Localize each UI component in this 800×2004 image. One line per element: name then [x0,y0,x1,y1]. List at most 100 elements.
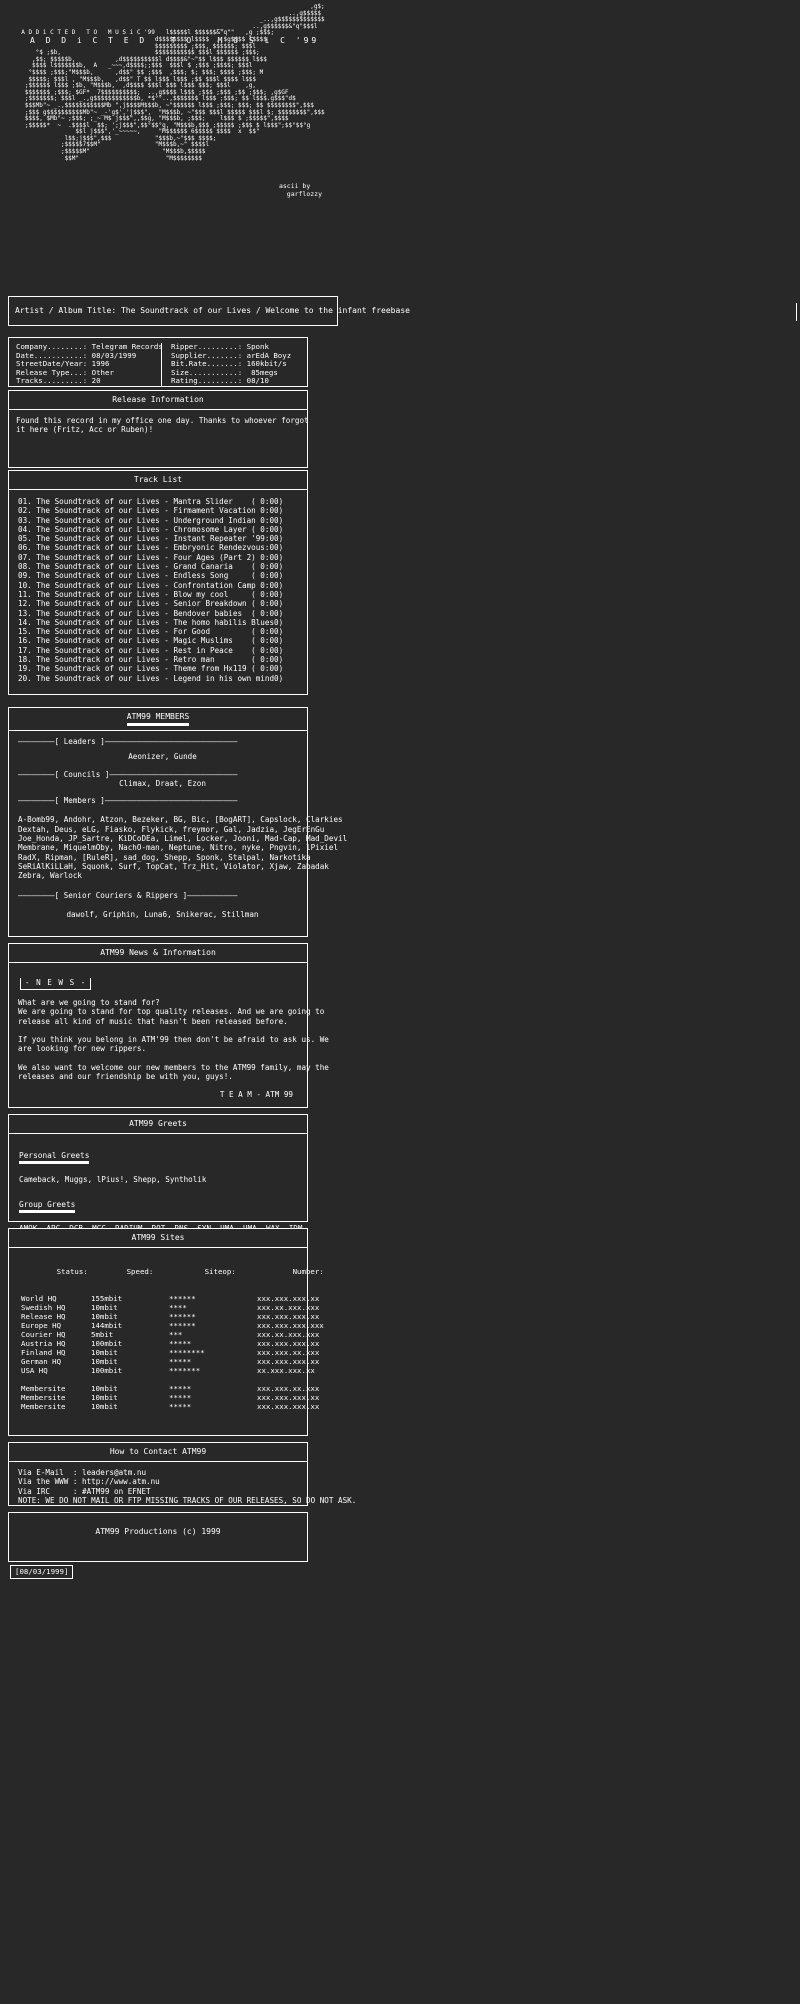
site-cell: Membersite [21,1402,66,1411]
track-row: 10. The Soundtrack of our Lives - Confro… [18,580,284,590]
personal-greets-label: Personal Greets [19,1151,90,1164]
members-header: ATM99 MEMBERS [9,708,307,731]
track-row: 09. The Soundtrack of our Lives - Endles… [18,571,284,581]
ascii-artist-credit: ascii by garflozzy [278,182,322,198]
site-cell: Courier HQ [21,1330,66,1339]
member-row: SeRiAlKiLLaH, Squonk, Surf, TopCat, Trz_… [18,861,329,871]
sites-rows: World HQ 155mbit ****** xxx.xxx.xxx.xx Swedi… [21,1294,324,1375]
member-row: Dextah, Deus, eLG, Fiasko, Flykick, frey… [18,824,325,834]
site-row: World HQ 155mbit ****** xxx.xxx.xxx.xx [21,1294,319,1303]
footer-text: ATM99 Productions (c) 1999 [95,1527,221,1536]
sites-column-headers: Status: Speed: Siteop: Number: [21,1258,324,1285]
release-info-left-column: Company........: Telegram Records Date..… [9,342,163,386]
site-cell: 100mbit [91,1366,123,1375]
site-cell: xx.xxx.xxx.xx [257,1366,315,1375]
site-cell: xxx.xxx.xxx.xx [257,1294,320,1303]
news-header: ATM99 News & Information [9,944,307,963]
news-box: ATM99 News & Information - N E W S - Wha… [8,943,329,1108]
news-signature: T E A M - ATM 99 [219,1089,293,1099]
info-row: Rating.........: 08/10 [171,376,269,385]
site-row: Courier HQ 5mbit *** xxx.xx.xxx.xxx [21,1330,319,1339]
track-row: 18. The Soundtrack of our Lives - Retro … [18,655,284,665]
track-row: 19. The Soundtrack of our Lives - Theme … [18,664,284,674]
right-edge-marker [796,303,797,321]
ascii-logo-title: A D D i C T E D T O M U S i C '99 [30,36,320,45]
track-row: 13. The Soundtrack of our Lives - Bendov… [18,608,284,618]
site-row: German HQ 10mbit ***** xxx.xxx.xxx.xx [21,1357,319,1366]
site-cell: *** [169,1330,183,1339]
site-cell: Swedish HQ [21,1303,66,1312]
site-cell: Europe HQ [21,1321,62,1330]
site-cell: xxx.xxx.xxx.xxx [257,1321,324,1330]
track-row: 07. The Soundtrack of our Lives - Four A… [18,552,284,562]
track-row: 11. The Soundtrack of our Lives - Blow m… [18,589,284,599]
release-info-box: Company........: Telegram Records Date..… [8,337,308,387]
members-box: ATM99 MEMBERS ————————[ Leaders ]———————… [8,707,348,937]
site-cell: 100mbit [91,1339,123,1348]
site-cell: 10mbit [91,1312,118,1321]
site-cell: xxx.xx.xxx.xxx [257,1330,320,1339]
contact-body: Via E-Mail : leaders@atm.nu Via the WWW … [9,1462,356,1505]
members-header-label: ATM99 MEMBERS [126,712,190,726]
member-row: RadX, Ripman, [RuleR], sad_dog, Shepp, S… [18,852,311,862]
contact-box: How to Contact ATM99 Via E-Mail : leader… [8,1442,356,1506]
news-text: What are we going to stand for? We are g… [18,998,329,1082]
site-cell: 10mbit [91,1393,118,1402]
site-cell: Membersite [21,1393,66,1402]
site-cell: 10mbit [91,1348,118,1357]
footer-datestamp: [08/03/1999] [10,1565,74,1579]
release-information-box: Release Information Found this record in… [8,390,309,468]
site-cell: World HQ [21,1294,57,1303]
sites-box: ATM99 Sites Status: Speed: Siteop: Number: … [8,1228,324,1436]
site-cell: xxx.xxx.xxx.xx [257,1393,320,1402]
track-row: 03. The Soundtrack of our Lives - Underg… [18,515,284,525]
leaders-rule: ————————[ Leaders ]—————————————————————… [18,737,238,746]
members-rule: ————————[ Members ]—————————————————————… [18,796,238,806]
member-row: Zebra, Warlock [18,871,83,881]
member-row: A-Bomb99, Andohr, Atzon, Bezeker, BG, Bi… [18,815,343,825]
contact-header: How to Contact ATM99 [9,1443,307,1462]
site-cell: 10mbit [91,1384,118,1393]
greets-body: Personal Greets Cameback, Muggs, lPius!,… [9,1134,307,1243]
personal-greets-list: Cameback, Muggs, lPius!, Shepp, Syntholi… [19,1175,207,1184]
track-list-body: 01. The Soundtrack of our Lives - Mantra… [9,490,307,683]
contact-line-www: Via the WWW : http://www.atm.nu [18,1477,160,1487]
contact-line-irc: Via IRC : #ATM99 on EFNET [18,1486,151,1496]
sites-col-status: Status: [56,1267,88,1276]
site-cell: 155mbit [91,1294,123,1303]
site-cell: xxx.xxx.xx.xxx [257,1384,320,1393]
site-cell: ******** [169,1348,205,1357]
track-row: 06. The Soundtrack of our Lives - Embryo… [18,543,284,553]
release-information-header: Release Information [9,391,307,410]
release-information-body: Found this record in my office one day. … [16,416,309,435]
sites-col-speed: Speed: [126,1267,154,1276]
track-row: 02. The Soundtrack of our Lives - Firmam… [18,506,284,516]
greets-header: ATM99 Greets [9,1115,307,1134]
site-cell: ***** [169,1339,192,1348]
track-list-header: Track List [9,471,307,490]
site-cell: **** [169,1303,187,1312]
site-row: Swedish HQ 10mbit **** xxx.xx.xxx.xxx [21,1303,319,1312]
track-row: 04. The Soundtrack of our Lives - Chromo… [18,524,284,534]
site-cell: Finland HQ [21,1348,66,1357]
site-row: Release HQ 10mbit ****** xxx.xxx.xxx.xx [21,1312,319,1321]
ascii-art-logo: ,g$; _..,g$$$$$ _..,g$$$$$$$$$$$$$ __ ..… [21,3,325,162]
site-cell: 144mbit [91,1321,123,1330]
member-row: Membrane, MiquelmOby, NachO-man, Neptune… [18,843,339,853]
track-row: 15. The Soundtrack of our Lives - For Go… [18,627,284,637]
news-body: - N E W S - What are we going to stand f… [9,963,329,1099]
site-cell: ***** [169,1384,192,1393]
track-list-box: Track List 01. The Soundtrack of our Liv… [8,470,308,695]
titlebar-divider [337,298,338,326]
release-info-right-column: Ripper.........: Sponk Supplier.......: … [161,342,307,386]
site-cell: xxx.xx.xxx.xxx [257,1303,320,1312]
site-cell: 10mbit [91,1402,118,1411]
site-cell: ****** [169,1312,196,1321]
group-greets-label: Group Greets [19,1200,76,1214]
leaders-list: Aeonizer, Gunde [128,752,197,762]
site-row: Membersite 10mbit ***** xxx.xxx.xxx.xx [21,1402,319,1411]
site-row: USA HQ 100mbit ******* xx.xxx.xxx.xx [21,1366,315,1375]
site-row: Finland HQ 10mbit ******** xxx.xxx.xx.xxx [21,1348,319,1357]
member-row: Joe_Honda, JP_Sartre, KiDCoDEa, Limel, L… [18,834,348,844]
site-cell: German HQ [21,1357,62,1366]
